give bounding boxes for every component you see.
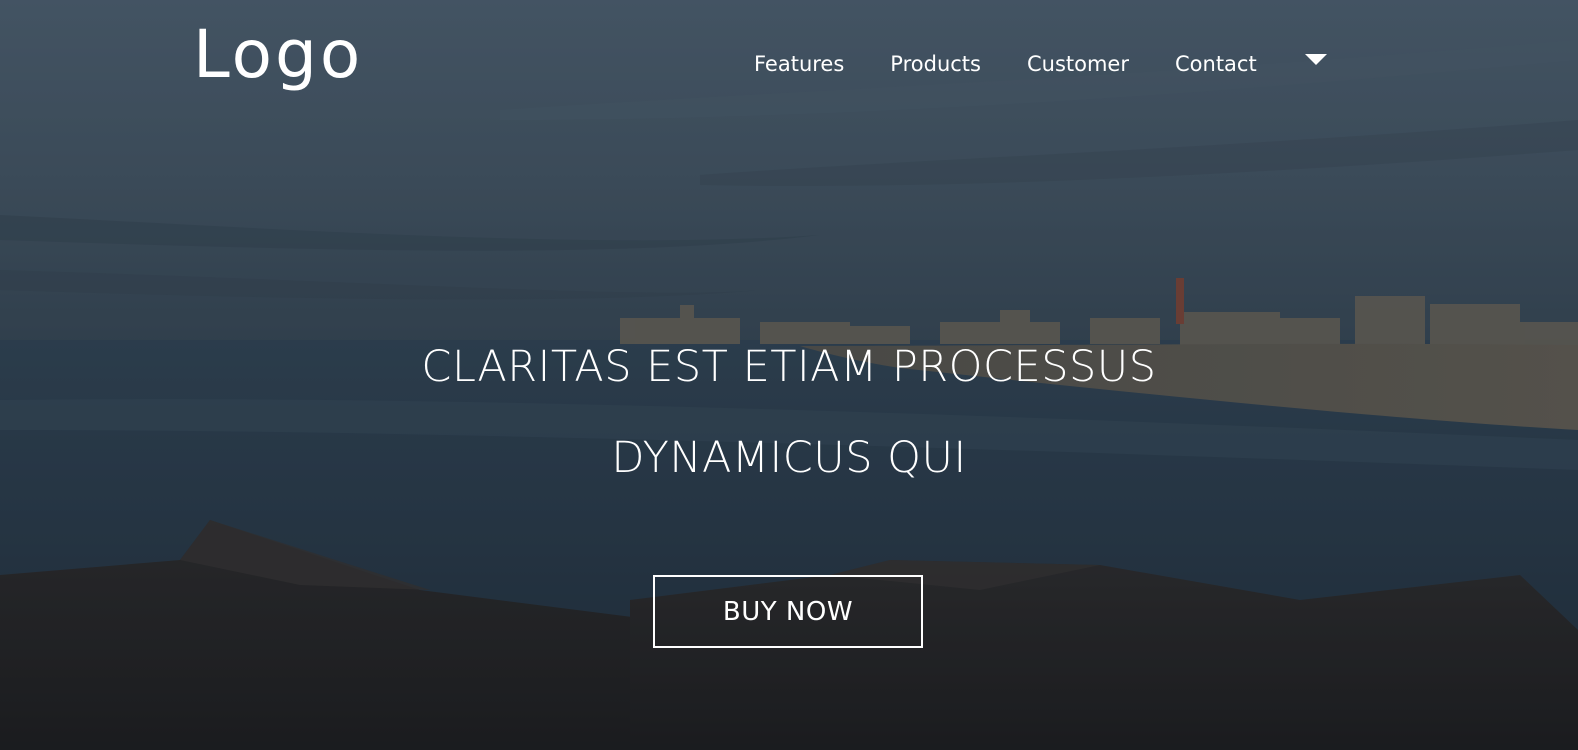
nav-link-contact[interactable]: Contact	[1175, 50, 1257, 78]
nav-dropdown-toggle[interactable]	[1304, 54, 1327, 68]
site-logo[interactable]: Logo	[193, 22, 363, 88]
buy-now-button[interactable]: BUY NOW	[653, 575, 923, 648]
hero-headline-line-2: DYNAMICUS QUI	[611, 433, 967, 483]
nav-link-products[interactable]: Products	[890, 50, 981, 78]
top-navbar: Logo Features Products Customer Contact	[0, 0, 1578, 130]
nav-link-customer[interactable]: Customer	[1027, 50, 1129, 78]
nav-link-features[interactable]: Features	[754, 50, 844, 78]
main-nav: Features Products Customer Contact	[754, 50, 1327, 78]
caret-down-icon	[1304, 54, 1327, 65]
hero-headline-line-1: CLARITAS EST ETIAM PROCESSUS	[421, 342, 1157, 392]
hero-section: Logo Features Products Customer Contact …	[0, 0, 1578, 750]
hero-headline: CLARITAS EST ETIAM PROCESSUS DYNAMICUS Q…	[0, 322, 1578, 504]
